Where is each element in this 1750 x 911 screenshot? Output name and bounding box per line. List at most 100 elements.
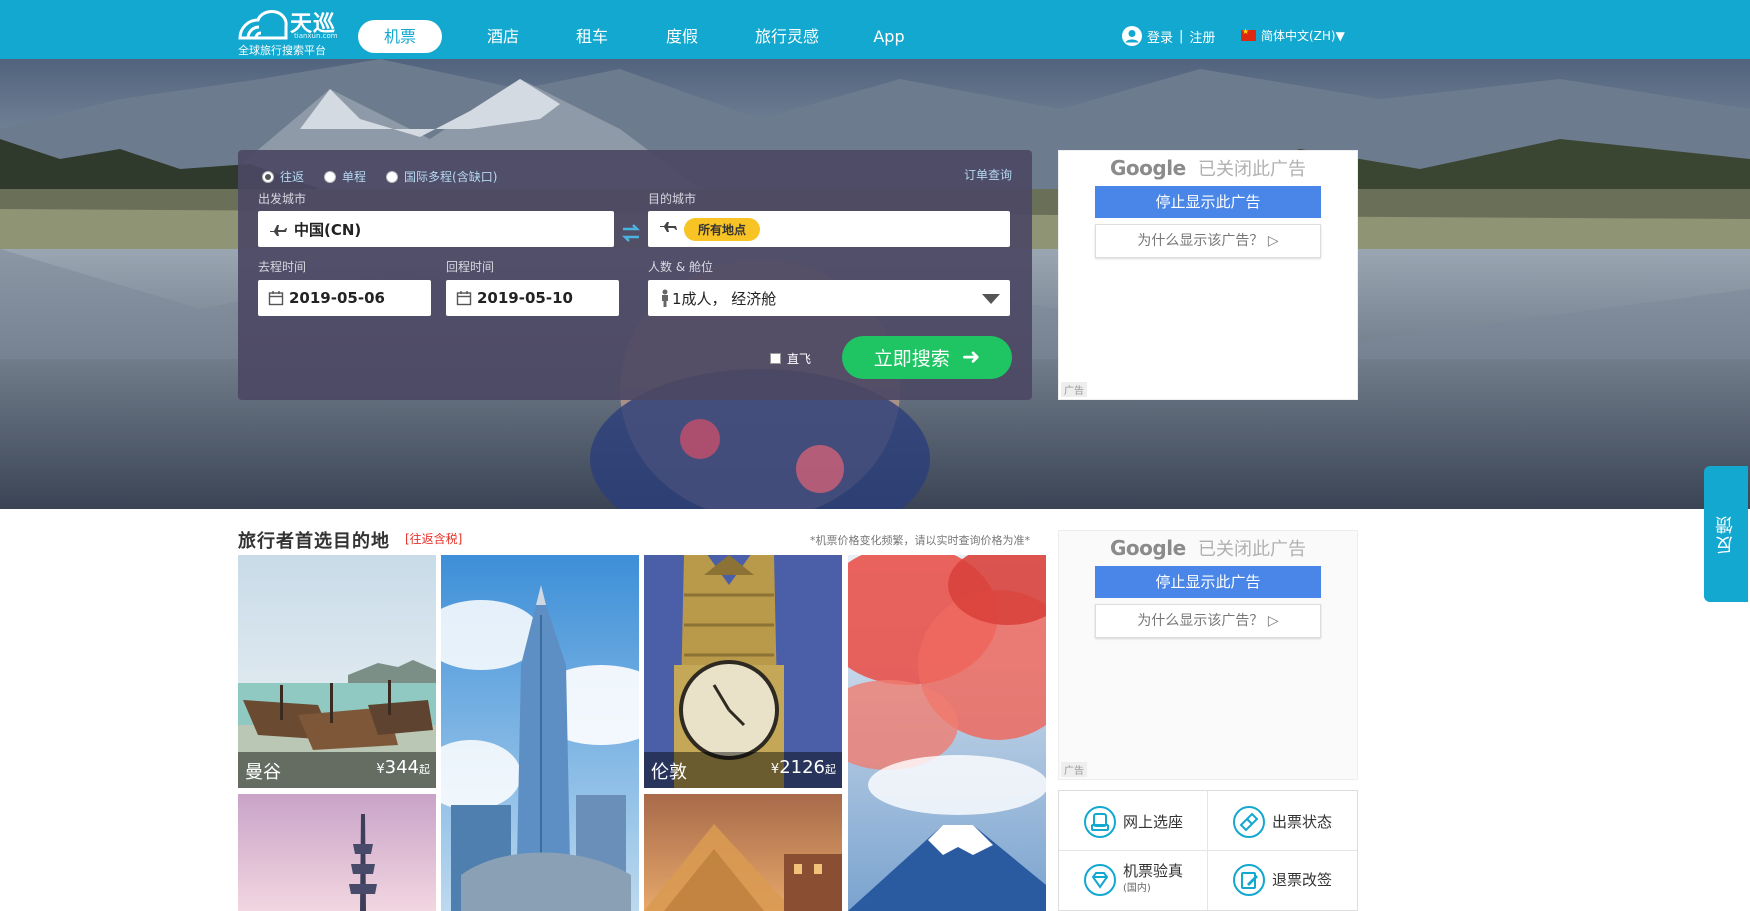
ad-slot-top: Google 已关闭此广告 停止显示此广告 为什么显示该广告？ ▷ 广告	[1058, 150, 1358, 400]
cloud-logo-icon	[238, 10, 288, 40]
checkbox-box	[770, 353, 781, 364]
nav-travel-inspiration[interactable]: 旅行灵感	[747, 20, 827, 53]
chevron-down-icon	[982, 294, 1000, 304]
feedback-label: 反馈	[1715, 514, 1736, 554]
tile-price: ¥2126起	[771, 757, 836, 778]
trip-type-multicity[interactable]: 国际多程(含缺口)	[386, 168, 497, 185]
ad-header: Google 已关闭此广告	[1059, 535, 1357, 561]
stop-ad-button[interactable]: 停止显示此广告	[1095, 186, 1321, 218]
trip-type-selector: 往返 单程 国际多程(含缺口)	[262, 168, 517, 185]
order-query-link[interactable]: 订单查询	[964, 166, 1012, 183]
logo-domain: tianxun.com	[294, 32, 338, 40]
language-label: 简体中文(ZH)▼	[1261, 29, 1345, 43]
destination-tile-london[interactable]: 伦敦 ¥2126起	[644, 555, 842, 788]
direct-flight-label: 直飞	[787, 352, 812, 366]
paris-photo	[644, 794, 842, 911]
ad-label: 广告	[1061, 382, 1087, 397]
passengers-cabin-select[interactable]: 1成人， 经济舱	[648, 280, 1010, 316]
ad-slot-middle: Google 已关闭此广告 停止显示此广告 为什么显示该广告？ ▷ 广告	[1058, 530, 1358, 780]
ad-closed-text: 已关闭此广告	[1198, 539, 1306, 560]
trip-type-label: 单程	[342, 170, 367, 184]
origin-label: 出发城市	[258, 192, 307, 206]
flight-services-grid: 网上选座 出票状态 机票验真 (国内) 退票改签	[1058, 790, 1358, 911]
taipei-photo	[238, 794, 436, 911]
china-flag-icon	[1241, 27, 1256, 41]
ticket-verification[interactable]: 机票验真 (国内)	[1059, 851, 1208, 909]
user-icon	[1122, 26, 1142, 46]
origin-city-input[interactable]: 中国(CN)	[258, 211, 614, 247]
nav-flights[interactable]: 机票	[358, 20, 442, 53]
price-value: 344	[384, 757, 419, 778]
destination-tile-taipei[interactable]	[238, 794, 436, 911]
stop-ad-button[interactable]: 停止显示此广告	[1095, 566, 1321, 598]
depart-date-input[interactable]: 2019-05-06	[258, 280, 431, 316]
plane-takeoff-icon	[270, 225, 287, 236]
service-label: 机票验真	[1123, 862, 1184, 880]
login-separator: |	[1179, 28, 1184, 44]
site-logo[interactable]: 天巡 tianxun.com 全球旅行搜索平台	[236, 4, 341, 57]
why-ad-button[interactable]: 为什么显示该广告？ ▷	[1095, 604, 1321, 638]
tile-price: ¥344起	[376, 757, 430, 778]
ad-label: 广告	[1061, 762, 1087, 777]
service-label: 退票改签	[1272, 870, 1333, 889]
login-link[interactable]: 登录	[1147, 27, 1173, 46]
destination-tile-mount-fuji[interactable]	[848, 555, 1046, 911]
nav-vacation[interactable]: 度假	[657, 20, 707, 53]
trip-type-oneway[interactable]: 单程	[324, 168, 366, 185]
nav-hotels[interactable]: 酒店	[478, 20, 528, 53]
destination-label: 目的城市	[648, 192, 697, 206]
search-button[interactable]: 立即搜索 ➜	[842, 336, 1012, 379]
online-seat-selection[interactable]: 网上选座	[1059, 793, 1208, 851]
ad-brand: Google	[1110, 536, 1186, 560]
tile-caption: 曼谷 ¥344起	[238, 752, 436, 788]
service-label: 出票状态	[1272, 812, 1333, 831]
trip-type-label: 国际多程(含缺口)	[404, 170, 498, 184]
edit-document-icon	[1233, 864, 1265, 896]
destination-tile-bangkok[interactable]: 曼谷 ¥344起	[238, 555, 436, 788]
grid-divider-horizontal	[1059, 850, 1357, 851]
language-selector[interactable]: 简体中文(ZH)▼	[1241, 27, 1345, 44]
destination-tile-skyline[interactable]	[441, 555, 639, 911]
calendar-icon	[268, 291, 284, 306]
price-currency: ¥	[376, 762, 385, 777]
logo-tagline: 全球旅行搜索平台	[238, 44, 326, 57]
price-suffix: 起	[825, 763, 836, 776]
return-date-label: 回程时间	[446, 260, 495, 274]
top-navigation-bar: 天巡 tianxun.com 全球旅行搜索平台 机票 酒店 租车 度假 旅行灵感…	[0, 0, 1750, 59]
destination-city-input[interactable]: 所有地点	[648, 211, 1010, 247]
destination-tile-paris[interactable]	[644, 794, 842, 911]
swap-cities-icon[interactable]	[620, 222, 642, 244]
price-suffix: 起	[419, 763, 430, 776]
calendar-icon	[456, 291, 472, 306]
tile-city-name: 曼谷	[245, 762, 281, 783]
trip-type-roundtrip[interactable]: 往返	[262, 168, 304, 185]
tile-city-name: 伦敦	[651, 762, 687, 783]
why-ad-button[interactable]: 为什么显示该广告？ ▷	[1095, 224, 1321, 258]
all-destinations-pill[interactable]: 所有地点	[684, 217, 761, 241]
depart-date-label: 去程时间	[258, 260, 307, 274]
tile-caption: 伦敦 ¥2126起	[644, 752, 842, 788]
plane-landing-icon	[660, 222, 677, 232]
register-link[interactable]: 注册	[1189, 27, 1215, 46]
price-value: 2126	[779, 757, 825, 778]
feedback-tab[interactable]: 反馈	[1704, 466, 1748, 602]
diamond-verify-icon	[1084, 864, 1116, 896]
ticket-status[interactable]: 出票状态	[1208, 793, 1357, 851]
nav-app[interactable]: App	[864, 20, 914, 53]
search-button-label: 立即搜索	[873, 348, 950, 370]
return-date-input[interactable]: 2019-05-10	[446, 280, 619, 316]
nav-car-rental[interactable]: 租车	[567, 20, 617, 53]
trip-type-label: 往返	[280, 170, 305, 184]
passengers-cabin-value: 1成人， 经济舱	[672, 289, 777, 308]
passengers-label: 人数 & 舱位	[648, 260, 713, 274]
fuji-photo	[848, 555, 1046, 911]
ticket-icon	[1233, 806, 1265, 838]
refund-change[interactable]: 退票改签	[1208, 851, 1357, 909]
origin-city-value: 中国(CN)	[294, 220, 362, 239]
return-date-value: 2019-05-10	[477, 289, 573, 307]
depart-date-value: 2019-05-06	[289, 289, 385, 307]
person-icon	[662, 289, 668, 307]
seat-icon	[1084, 806, 1116, 838]
direct-flight-checkbox[interactable]: 直飞	[770, 350, 811, 367]
ad-brand: Google	[1110, 156, 1186, 180]
